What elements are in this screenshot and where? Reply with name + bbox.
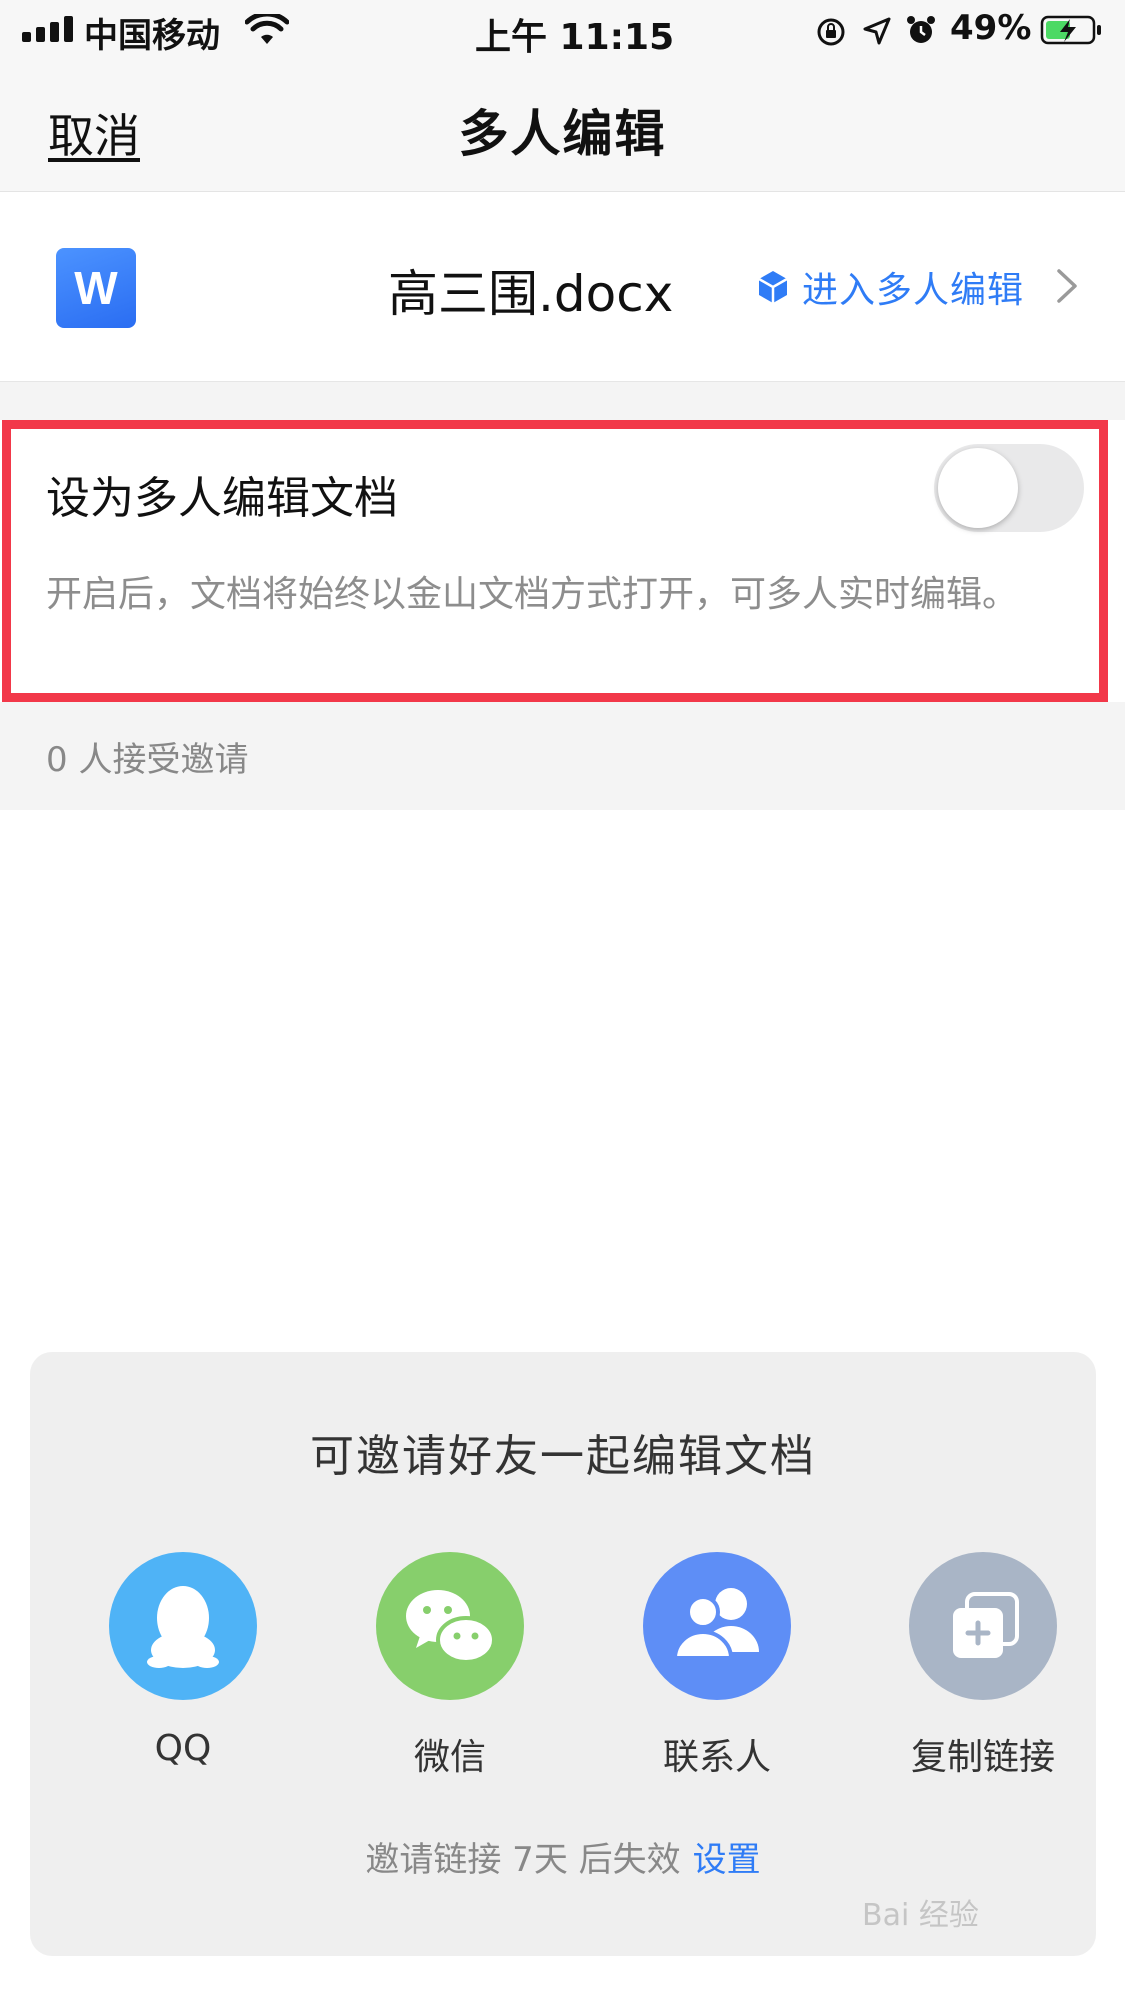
clock: 上午 11:15 (475, 17, 675, 58)
share-wechat-label: 微信 (413, 1737, 486, 1778)
screen: 中国移动 上午 11:15 49% 取消 多人编辑 W 高三围.docx 进入多… (0, 0, 1125, 2001)
expiry-text: 邀请链接 7天 后失效 (365, 1840, 681, 1880)
share-contacts-label: 联系人 (662, 1737, 771, 1778)
expiry-settings-link[interactable]: 设置 (693, 1840, 761, 1880)
invite-count-bar: 0 人接受邀请 (0, 702, 1125, 810)
share-qq-label: QQ (154, 1728, 212, 1769)
share-copy-link-label: 复制链接 (910, 1737, 1055, 1778)
share-panel: 可邀请好友一起编辑文档 QQ 微信 联系人 复制链接 邀请链接 7天 后失效 设… (30, 1352, 1096, 1956)
wifi-icon (245, 14, 289, 44)
share-wechat[interactable]: 微信 (360, 1552, 540, 1780)
alarm-icon (907, 16, 935, 43)
wechat-icon (376, 1552, 524, 1700)
word-doc-icon: W (56, 248, 136, 328)
kdocs-cube-icon (758, 271, 788, 303)
share-qq[interactable]: QQ (93, 1552, 273, 1769)
highlight-annotation (2, 420, 1108, 702)
file-name: 高三围.docx (388, 265, 674, 323)
chevron-right-icon[interactable] (1056, 268, 1078, 304)
carrier-name: 中国移动 (84, 16, 220, 56)
nav-bar: 取消 多人编辑 (0, 62, 1125, 192)
battery-percent: 49% (950, 8, 1032, 48)
share-title: 可邀请好友一起编辑文档 (310, 1431, 816, 1482)
copy-link-icon (909, 1552, 1057, 1700)
watermark: Bai 经验 (862, 1898, 979, 1933)
battery-charging-icon (1040, 15, 1101, 45)
enter-multi-edit-link[interactable]: 进入多人编辑 (758, 252, 1024, 322)
page-title: 多人编辑 (458, 105, 667, 163)
link-expiry-note: 邀请链接 7天 后失效 设置 (30, 1832, 1096, 1881)
qq-icon (109, 1552, 257, 1700)
status-bar: 中国移动 上午 11:15 49% (0, 0, 1125, 62)
section-divider (0, 382, 1125, 420)
file-row[interactable]: W 高三围.docx 进入多人编辑 (0, 192, 1125, 382)
svg-text:W: W (74, 262, 118, 314)
location-icon (863, 17, 891, 45)
orientation-lock-icon (817, 18, 845, 46)
signal-icon (22, 16, 76, 42)
invite-count: 0 人接受邀请 (46, 740, 249, 780)
enter-multi-edit-label: 进入多人编辑 (802, 270, 1025, 311)
contacts-icon (643, 1552, 791, 1700)
share-copy-link[interactable]: 复制链接 (893, 1552, 1073, 1780)
share-contacts[interactable]: 联系人 (627, 1552, 807, 1780)
